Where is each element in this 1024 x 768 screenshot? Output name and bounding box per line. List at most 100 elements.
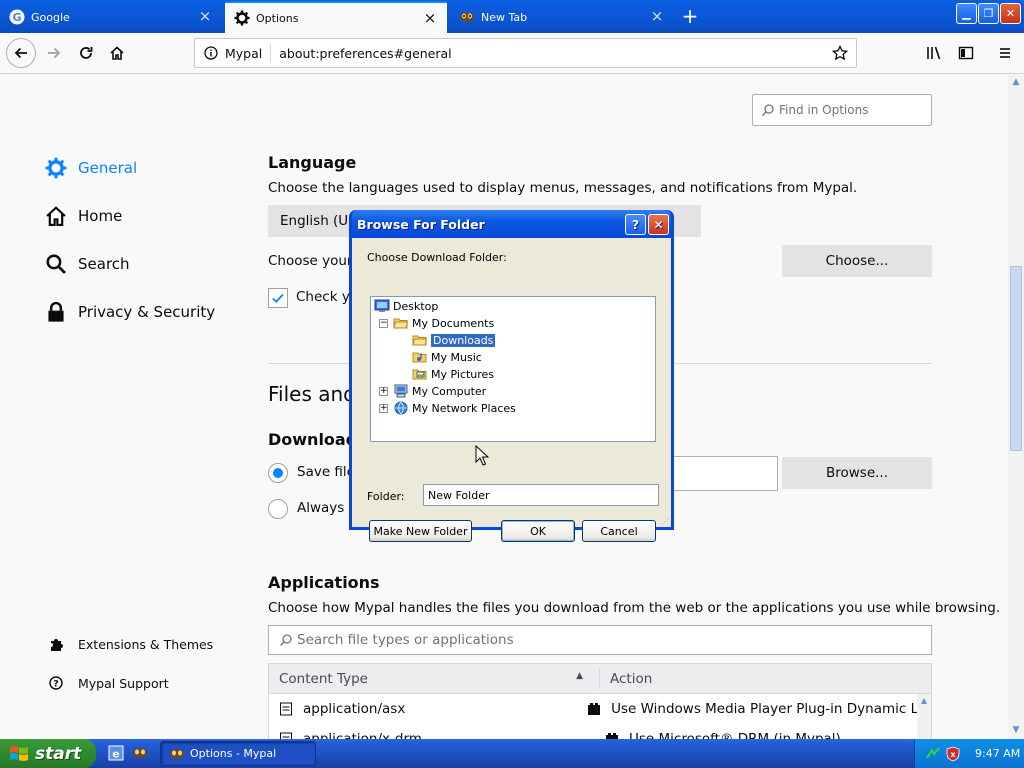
language-heading: Language: [268, 153, 357, 172]
table-row[interactable]: application/asx Use Windows Media Player…: [269, 694, 931, 724]
sidebar-item-general[interactable]: General: [44, 156, 137, 180]
collapse-icon[interactable]: −: [379, 319, 388, 328]
security-shield-icon[interactable]: x: [945, 746, 961, 762]
tree-node-my-documents[interactable]: My Documents: [393, 315, 494, 331]
puzzle-icon: [48, 636, 64, 652]
close-window-button[interactable]: ✕: [1000, 3, 1021, 24]
close-tab-icon[interactable]: ×: [198, 8, 212, 23]
content-type-column-header[interactable]: Content Type ▲: [269, 668, 600, 689]
folder-name-input[interactable]: New Folder: [423, 484, 659, 506]
reload-button[interactable]: [72, 39, 100, 67]
sidebar-icon: [958, 46, 974, 60]
sidebar-item-label: Privacy & Security: [78, 303, 216, 321]
resize-grip-icon[interactable]: ⋰: [661, 517, 669, 526]
title-bar: G Google × Options × New Tab × + ▁ ❐ ✕: [0, 0, 1024, 33]
windows-logo-icon: [10, 745, 28, 761]
ok-button[interactable]: OK: [501, 520, 575, 542]
close-tab-icon[interactable]: ×: [650, 8, 664, 23]
start-button[interactable]: start: [0, 739, 96, 768]
column-header-label: Content Type: [279, 670, 368, 687]
forward-button[interactable]: [40, 39, 68, 67]
action-column-header[interactable]: Action: [600, 671, 652, 687]
tab-title: Google: [31, 10, 70, 24]
column-header-label: Action: [610, 670, 653, 687]
ie-quicklaunch-icon[interactable]: e: [107, 744, 125, 762]
sidebar-item-label: Home: [78, 207, 123, 225]
folder-icon: [412, 333, 428, 347]
library-button[interactable]: [920, 39, 948, 67]
applications-search-input[interactable]: Search file types or applications: [268, 625, 932, 655]
choose-language-text: Choose your: [268, 253, 353, 269]
choose-language-button[interactable]: Choose...: [782, 245, 932, 277]
table-scrollbar[interactable]: ▲: [917, 694, 931, 739]
find-in-options-input[interactable]: Find in Options: [752, 94, 932, 126]
page-scrollbar[interactable]: ▲ ▼: [1008, 74, 1024, 739]
sidebar-button[interactable]: [952, 39, 980, 67]
expand-icon[interactable]: +: [379, 404, 388, 413]
tab-google[interactable]: G Google ×: [0, 1, 222, 33]
back-button[interactable]: [6, 38, 36, 68]
always-ask-radio[interactable]: [268, 499, 288, 519]
site-identity[interactable]: Mypal: [225, 46, 270, 61]
action-cell: Use Microsoft® DRM (in Mypal): [629, 731, 841, 739]
menu-button[interactable]: [991, 39, 1019, 67]
lock-icon: [44, 300, 68, 324]
tree-node-desktop[interactable]: Desktop: [374, 298, 438, 314]
tree-node-my-pictures[interactable]: My Pictures: [412, 366, 494, 382]
home-button[interactable]: [103, 39, 131, 67]
scrollbar-thumb[interactable]: [1010, 266, 1022, 451]
tree-node-label: My Music: [431, 350, 482, 364]
bookmark-star-icon[interactable]: [830, 43, 850, 63]
sidebar-extensions-themes[interactable]: Extensions & Themes: [48, 636, 213, 652]
browse-button[interactable]: Browse...: [782, 457, 932, 489]
help-button[interactable]: ?: [625, 214, 646, 235]
search-icon: [44, 252, 68, 276]
plugin-icon: [587, 702, 601, 716]
scroll-up-arrow-icon[interactable]: ▲: [917, 694, 931, 708]
save-files-radio[interactable]: [268, 463, 288, 483]
sidebar-item-search[interactable]: Search: [44, 252, 130, 276]
url-bar[interactable]: Mypal about:preferences#general: [194, 38, 857, 68]
network-tray-icon[interactable]: [925, 746, 941, 762]
mypal-quicklaunch-icon[interactable]: [131, 744, 149, 762]
tree-node-my-computer[interactable]: My Computer: [393, 383, 486, 399]
plugin-icon: [605, 732, 619, 739]
scroll-up-arrow-icon[interactable]: ▲: [1010, 76, 1022, 88]
sidebar-footer-label: Extensions & Themes: [78, 636, 214, 652]
action-cell: Use Windows Media Player Plug-in Dynamic…: [611, 701, 931, 717]
tree-node-label: Downloads: [429, 332, 497, 348]
minimize-button[interactable]: ▁: [956, 3, 977, 24]
taskbar-item-options-mypal[interactable]: Options - Mypal: [160, 741, 316, 766]
dialog-title-bar[interactable]: Browse For Folder ? ✕: [352, 210, 671, 238]
tree-node-my-music[interactable]: My Music: [412, 349, 482, 365]
expand-icon[interactable]: +: [379, 387, 388, 396]
cancel-button[interactable]: Cancel: [582, 520, 656, 542]
scroll-down-arrow-icon[interactable]: ▼: [1010, 724, 1022, 736]
search-icon: [762, 104, 774, 116]
make-new-folder-button[interactable]: Make New Folder: [369, 520, 472, 542]
dialog-close-button[interactable]: ✕: [648, 214, 669, 235]
sidebar-mypal-support[interactable]: ? Mypal Support: [48, 675, 169, 691]
new-tab-button[interactable]: +: [678, 5, 702, 27]
table-row[interactable]: application/x-drm Use Microsoft® DRM (in…: [269, 724, 931, 739]
divider: [270, 44, 272, 62]
url-text[interactable]: about:preferences#general: [279, 46, 830, 61]
tab-options[interactable]: Options ×: [225, 1, 447, 33]
tab-new-tab[interactable]: New Tab ×: [450, 1, 674, 33]
folder-label: Folder:: [367, 490, 405, 503]
tree-node-my-network-places[interactable]: My Network Places: [393, 400, 516, 416]
gear-icon: [234, 10, 250, 26]
folder-tree[interactable]: Desktop − My Documents Downloads My Musi…: [370, 296, 656, 442]
spellcheck-checkbox[interactable]: [268, 288, 288, 308]
sidebar-item-privacy[interactable]: Privacy & Security: [44, 300, 215, 324]
tree-node-downloads[interactable]: Downloads: [412, 332, 497, 348]
content-type-cell: application/x-drm: [303, 731, 422, 739]
close-tab-icon[interactable]: ×: [423, 10, 437, 25]
restore-button[interactable]: ❐: [978, 3, 999, 24]
tree-node-label: My Network Places: [412, 401, 516, 415]
sidebar-item-home[interactable]: Home: [44, 204, 122, 228]
mouse-cursor-icon: [475, 445, 489, 466]
info-icon[interactable]: [203, 45, 219, 61]
mypal-icon: [169, 746, 185, 762]
folder-open-icon: [393, 316, 409, 330]
